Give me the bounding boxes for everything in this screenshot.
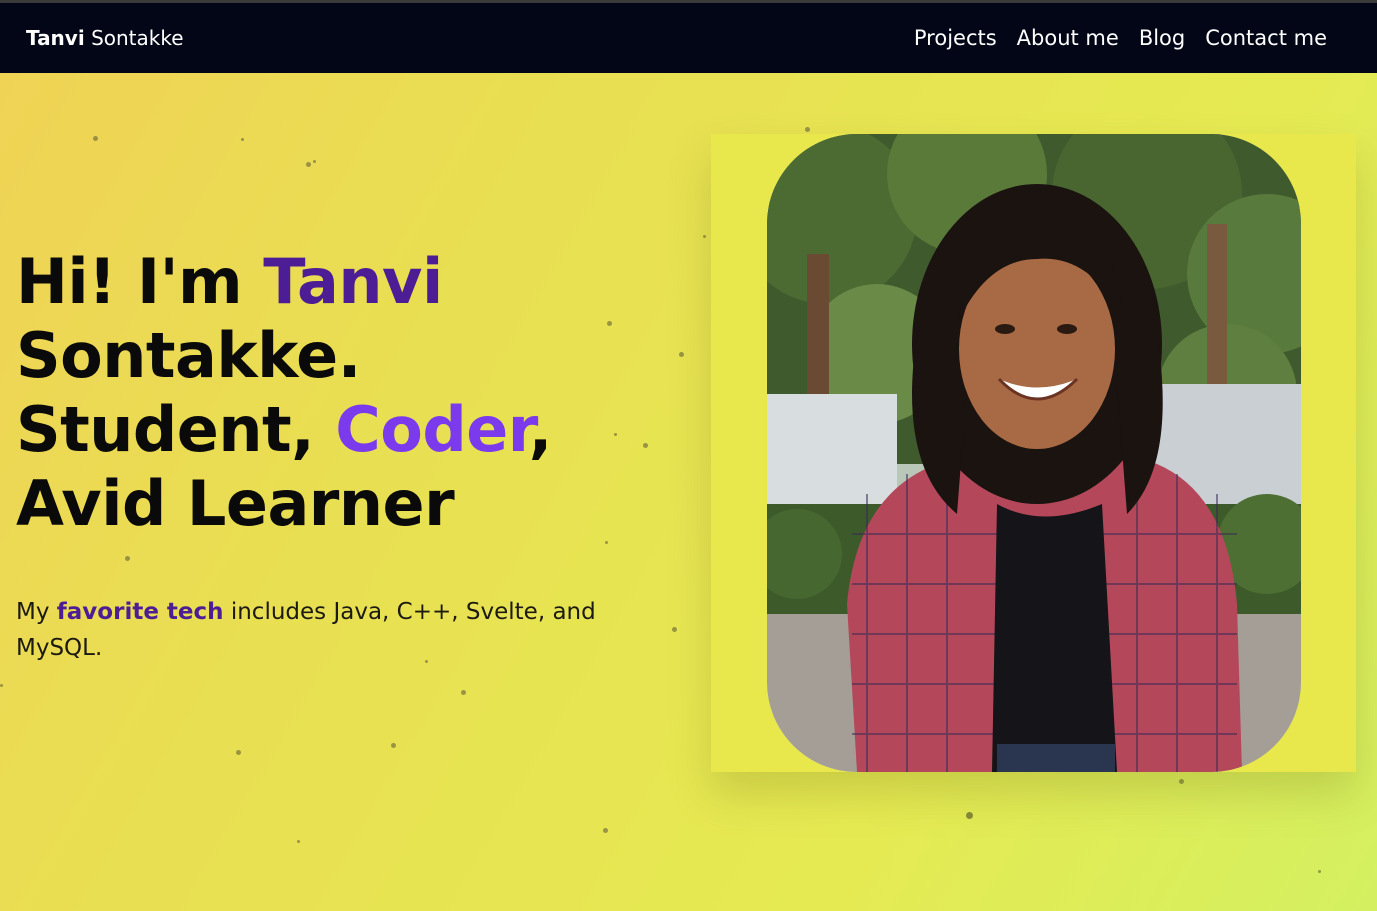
hero-tagline: My favorite tech includes Java, C++, Sve… xyxy=(16,594,656,666)
brand-first-name: Tanvi xyxy=(26,26,85,50)
navbar: Tanvi Sontakke Projects About me Blog Co… xyxy=(0,3,1377,73)
site-brand[interactable]: Tanvi Sontakke xyxy=(26,25,184,51)
headline-coder: Coder xyxy=(335,393,529,466)
headline-student: Student, xyxy=(16,393,336,466)
nav-menu: Projects About me Blog Contact me xyxy=(914,24,1327,52)
nav-link-blog[interactable]: Blog xyxy=(1139,24,1185,52)
nav-link-projects[interactable]: Projects xyxy=(914,24,997,52)
headline-name-last: Sontakke. xyxy=(16,319,361,392)
nav-link-contact[interactable]: Contact me xyxy=(1205,24,1327,52)
headline-comma: , xyxy=(528,393,553,466)
brand-last-name: Sontakke xyxy=(91,26,184,50)
headline-learner: Avid Learner xyxy=(16,467,455,540)
headline-name-first: Tanvi xyxy=(263,245,443,318)
tagline-highlight: favorite tech xyxy=(56,599,224,625)
hero-headline: Hi! I'm Tanvi Sontakke. Student, Coder, … xyxy=(16,245,656,541)
tagline-prefix: My xyxy=(16,599,57,625)
profile-photo xyxy=(767,134,1301,772)
profile-photo-card xyxy=(711,134,1356,772)
headline-hi: Hi! I'm xyxy=(16,245,264,318)
nav-link-about[interactable]: About me xyxy=(1017,24,1119,52)
profile-photo-illustration xyxy=(767,134,1301,772)
